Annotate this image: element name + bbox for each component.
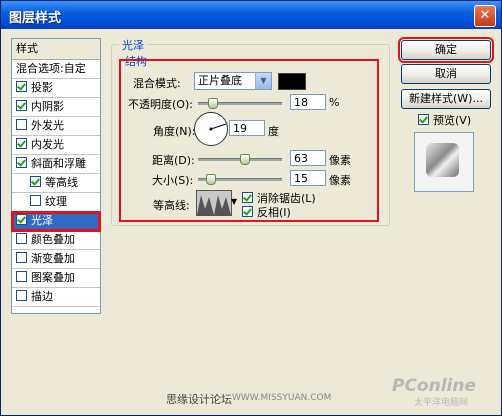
window-title: 图层样式 (9, 11, 62, 26)
angle-dial[interactable] (194, 112, 228, 146)
style-item-label: 纹理 (45, 195, 67, 208)
distance-unit: 像素 (329, 154, 351, 167)
checkbox-icon[interactable] (30, 195, 41, 206)
style-item-3[interactable]: 内发光 (12, 136, 100, 155)
opacity-input[interactable]: 18 (290, 94, 326, 110)
chevron-down-icon[interactable]: ▼ (255, 73, 271, 89)
size-input[interactable]: 15 (290, 170, 326, 186)
distance-input[interactable]: 63 (290, 150, 326, 166)
style-item-10[interactable]: 图案叠加 (12, 269, 100, 288)
style-item-label: 光泽 (31, 214, 53, 227)
contour-picker[interactable] (196, 190, 232, 216)
opacity-unit: % (329, 96, 340, 109)
invert-checkbox[interactable]: 反相(I) (242, 204, 291, 220)
style-item-6[interactable]: 纹理 (12, 193, 100, 212)
opacity-label: 不透明度(O): (128, 98, 193, 111)
blend-color-swatch[interactable] (278, 73, 306, 90)
contour-preview-icon (197, 191, 231, 215)
style-item-label: 图案叠加 (31, 271, 75, 284)
distance-slider-thumb[interactable] (240, 154, 250, 165)
title-bar[interactable]: 图层样式 ✕ (1, 1, 501, 29)
url-watermark: WWW.MISSYUAN.COM (232, 393, 332, 403)
checkbox-icon[interactable] (16, 214, 27, 225)
size-unit: 像素 (329, 174, 351, 187)
style-item-label: 渐变叠加 (31, 252, 75, 265)
satin-title: 光泽 (119, 37, 147, 53)
close-button[interactable]: ✕ (474, 5, 496, 27)
invert-label: 反相(I) (257, 206, 291, 219)
style-item-label: 描边 (31, 290, 53, 303)
cancel-button[interactable]: 取消 (401, 64, 491, 84)
style-item-7[interactable]: 光泽 (11, 211, 101, 232)
checkbox-icon[interactable] (16, 100, 27, 111)
style-item-label: 内阴影 (31, 100, 64, 113)
invert-check-icon[interactable] (242, 206, 253, 217)
style-item-label: 投影 (31, 81, 53, 94)
preview-label: 预览(V) (433, 114, 472, 127)
preview-checkbox[interactable]: 预览(V) (418, 112, 471, 128)
styles-list: 样式 混合选项:自定 投影内阴影外发光内发光斜面和浮雕等高线纹理光泽颜色叠加渐变… (11, 38, 101, 314)
checkbox-icon[interactable] (16, 271, 27, 282)
size-slider-thumb[interactable] (206, 174, 216, 185)
style-item-9[interactable]: 渐变叠加 (12, 250, 100, 269)
style-item-label: 外发光 (31, 119, 64, 132)
contour-label: 等高线: (153, 199, 190, 212)
style-item-11[interactable]: 描边 (12, 288, 100, 307)
checkbox-icon[interactable] (30, 176, 41, 187)
checkbox-icon[interactable] (16, 81, 27, 92)
pconline-logo: PConline (392, 376, 477, 396)
size-label: 大小(S): (152, 174, 194, 187)
preview-swatch (426, 143, 459, 177)
style-item-8[interactable]: 颜色叠加 (12, 231, 100, 250)
blend-mode-value: 正片叠底 (198, 74, 242, 87)
forum-watermark: 思缘设计论坛 (166, 393, 232, 406)
checkbox-icon[interactable] (16, 252, 27, 263)
checkbox-icon[interactable] (16, 138, 27, 149)
contour-dropdown-icon[interactable]: ▼ (231, 197, 237, 206)
checkbox-icon[interactable] (16, 233, 27, 244)
angle-unit: 度 (268, 125, 279, 138)
checkbox-icon[interactable] (16, 157, 27, 168)
style-item-0[interactable]: 投影 (12, 79, 100, 98)
style-item-label: 内发光 (31, 138, 64, 151)
style-item-label: 斜面和浮雕 (31, 157, 86, 170)
style-item-label: 颜色叠加 (31, 233, 75, 246)
pconline-logo-sub: 太平洋电脑网 (414, 398, 469, 408)
styles-header[interactable]: 样式 (12, 39, 100, 60)
angle-label: 角度(N): (153, 125, 196, 138)
blend-mode-select[interactable]: 正片叠底 ▼ (194, 72, 272, 90)
angle-needle-icon (209, 123, 227, 131)
ok-button[interactable]: 确定 (398, 37, 494, 63)
style-item-1[interactable]: 内阴影 (12, 98, 100, 117)
checkbox-icon[interactable] (16, 119, 27, 130)
opacity-slider-thumb[interactable] (208, 98, 218, 109)
anti-alias-check-icon[interactable] (242, 192, 253, 203)
checkbox-icon[interactable] (16, 290, 27, 301)
blend-options-item[interactable]: 混合选项:自定 (12, 60, 100, 79)
style-item-5[interactable]: 等高线 (12, 174, 100, 193)
angle-input[interactable]: 19 (229, 120, 265, 136)
new-style-button[interactable]: 新建样式(W)... (401, 89, 491, 109)
style-item-2[interactable]: 外发光 (12, 117, 100, 136)
preview-check-icon[interactable] (418, 114, 429, 125)
distance-label: 距离(D): (152, 154, 195, 167)
blend-mode-label: 混合模式: (133, 77, 181, 90)
style-item-4[interactable]: 斜面和浮雕 (12, 155, 100, 174)
style-item-label: 等高线 (45, 176, 78, 189)
